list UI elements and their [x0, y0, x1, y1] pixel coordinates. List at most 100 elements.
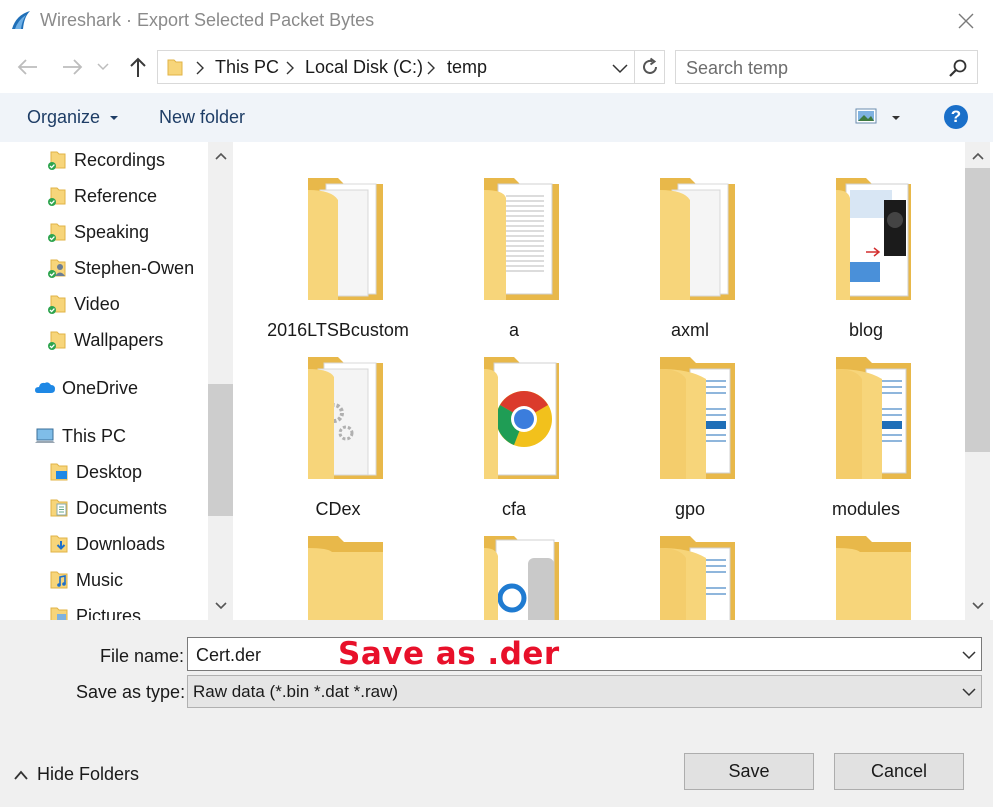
folder-name: a	[508, 320, 519, 340]
nav-item-label: Wallpapers	[74, 329, 164, 350]
search-box[interactable]	[675, 50, 978, 84]
nav-item-wallpapers[interactable]: Wallpapers	[46, 325, 163, 355]
chevron-down-icon	[971, 602, 984, 610]
folder-synced-icon	[48, 151, 66, 170]
nav-item-onedrive[interactable]: OneDrive	[34, 373, 138, 403]
folder-icon	[660, 536, 735, 620]
file-list-scrollbar[interactable]	[965, 142, 990, 620]
folder-icon	[836, 357, 911, 479]
close-icon	[958, 13, 974, 29]
folder-name: CDex	[315, 499, 361, 519]
scroll-up-arrow[interactable]	[208, 146, 233, 166]
nav-item-label: Music	[76, 569, 124, 590]
nav-item-label: Recordings	[74, 149, 166, 170]
computer-icon	[35, 428, 55, 443]
organize-label: Organize	[27, 107, 101, 127]
scroll-up-arrow[interactable]	[965, 146, 990, 166]
chevron-right-icon	[427, 61, 435, 75]
folder-item[interactable]: gpo	[605, 341, 775, 519]
folder-item[interactable]: CDex	[253, 341, 423, 519]
scroll-down-arrow[interactable]	[208, 596, 233, 616]
folder-name: blog	[848, 320, 884, 340]
nav-item-speaking[interactable]: Speaking	[46, 217, 149, 247]
nav-item-label: Pictures	[76, 605, 142, 621]
hide-folders-toggle[interactable]: Hide Folders	[14, 764, 139, 785]
file-name-combobox[interactable]	[187, 637, 982, 671]
help-button[interactable]: ?	[944, 105, 968, 129]
nav-item-label: Documents	[76, 497, 168, 518]
nav-item-reference[interactable]: Reference	[46, 181, 157, 211]
save-as-type-select[interactable]: Raw data (*.bin *.dat *.raw)	[187, 675, 982, 708]
folder-item[interactable]: axml	[605, 162, 775, 340]
chevron-up-icon	[214, 152, 227, 160]
folder-synced-icon	[48, 187, 66, 206]
folder-item[interactable]	[253, 520, 423, 620]
nav-item-this-pc[interactable]: This PC	[34, 421, 126, 451]
folder-synced-icon	[48, 295, 66, 314]
close-button[interactable]	[946, 6, 986, 36]
chevron-down-icon[interactable]	[610, 59, 630, 77]
nav-item-label: Desktop	[76, 461, 143, 482]
folder-icon	[484, 178, 559, 300]
chevron-down-icon[interactable]	[958, 645, 980, 665]
nav-item-label: OneDrive	[62, 377, 139, 398]
folder-item[interactable]: blog	[781, 162, 951, 340]
folder-synced-icon	[48, 331, 66, 350]
folder-icon	[308, 178, 383, 300]
nav-item-music[interactable]: Music	[48, 565, 123, 595]
scrollbar-thumb[interactable]	[208, 384, 233, 516]
navigation-pane-scrollbar[interactable]	[208, 142, 233, 620]
chevron-up-icon	[14, 770, 28, 780]
folder-name: gpo	[674, 499, 706, 519]
nav-item-pictures[interactable]: Pictures	[48, 601, 141, 620]
back-button[interactable]	[14, 54, 42, 80]
up-button[interactable]	[124, 54, 152, 80]
view-thumbnail-icon	[855, 108, 877, 124]
scrollbar-thumb[interactable]	[965, 168, 990, 452]
window-title: Wireshark · Export Selected Packet Bytes	[40, 10, 375, 30]
nav-item-label: Reference	[74, 185, 158, 206]
refresh-icon	[642, 57, 657, 74]
forward-button[interactable]	[58, 54, 86, 80]
breadcrumb-temp[interactable]: temp	[447, 57, 487, 78]
folder-item[interactable]	[429, 520, 599, 620]
onedrive-cloud-icon	[35, 382, 55, 393]
address-bar[interactable]: This PC Local Disk (C:) temp	[157, 50, 665, 84]
nav-item-recordings[interactable]: Recordings	[46, 145, 165, 175]
search-icon[interactable]	[948, 58, 968, 78]
refresh-button[interactable]	[634, 51, 664, 83]
nav-item-label: Downloads	[76, 533, 166, 554]
new-folder-button[interactable]: New folder	[159, 107, 245, 128]
folder-icon	[484, 536, 559, 620]
nav-item-video[interactable]: Video	[46, 289, 120, 319]
caret-down-icon	[892, 116, 900, 120]
folder-shared-icon	[48, 259, 66, 278]
hide-folders-label: Hide Folders	[37, 764, 140, 784]
change-view-button[interactable]	[855, 108, 905, 128]
breadcrumb-local-disk[interactable]: Local Disk (C:)	[305, 57, 423, 78]
organize-menu-button[interactable]: Organize	[27, 107, 119, 128]
nav-item-desktop[interactable]: Desktop	[48, 457, 142, 487]
recent-locations-button[interactable]	[94, 54, 112, 80]
nav-item-downloads[interactable]: Downloads	[48, 529, 165, 559]
folder-item[interactable]: cfa	[429, 341, 599, 519]
breadcrumb-this-pc[interactable]: This PC	[215, 57, 279, 78]
scroll-down-arrow[interactable]	[965, 596, 990, 616]
folder-item[interactable]	[605, 520, 775, 620]
nav-item-label: Stephen-Owen	[74, 257, 195, 278]
folder-item[interactable]: 2016LTSBcustom	[253, 162, 423, 340]
folder-item[interactable]: a	[429, 162, 599, 340]
nav-item-stephen-owen[interactable]: Stephen-Owen	[46, 253, 194, 283]
nav-item-label: Video	[74, 293, 120, 314]
folder-item[interactable]	[781, 520, 951, 620]
chevron-right-icon	[286, 61, 294, 75]
folder-item[interactable]: modules	[781, 341, 951, 519]
cancel-button[interactable]: Cancel	[834, 753, 964, 790]
save-button[interactable]: Save	[684, 753, 814, 790]
nav-item-documents[interactable]: Documents	[48, 493, 167, 523]
downloads-folder-icon	[50, 535, 68, 553]
wireshark-fin-icon	[12, 11, 30, 29]
annotation-text: Save as .der	[338, 636, 560, 672]
search-input[interactable]	[686, 57, 936, 79]
command-bar: Organize New folder ?	[0, 93, 993, 142]
